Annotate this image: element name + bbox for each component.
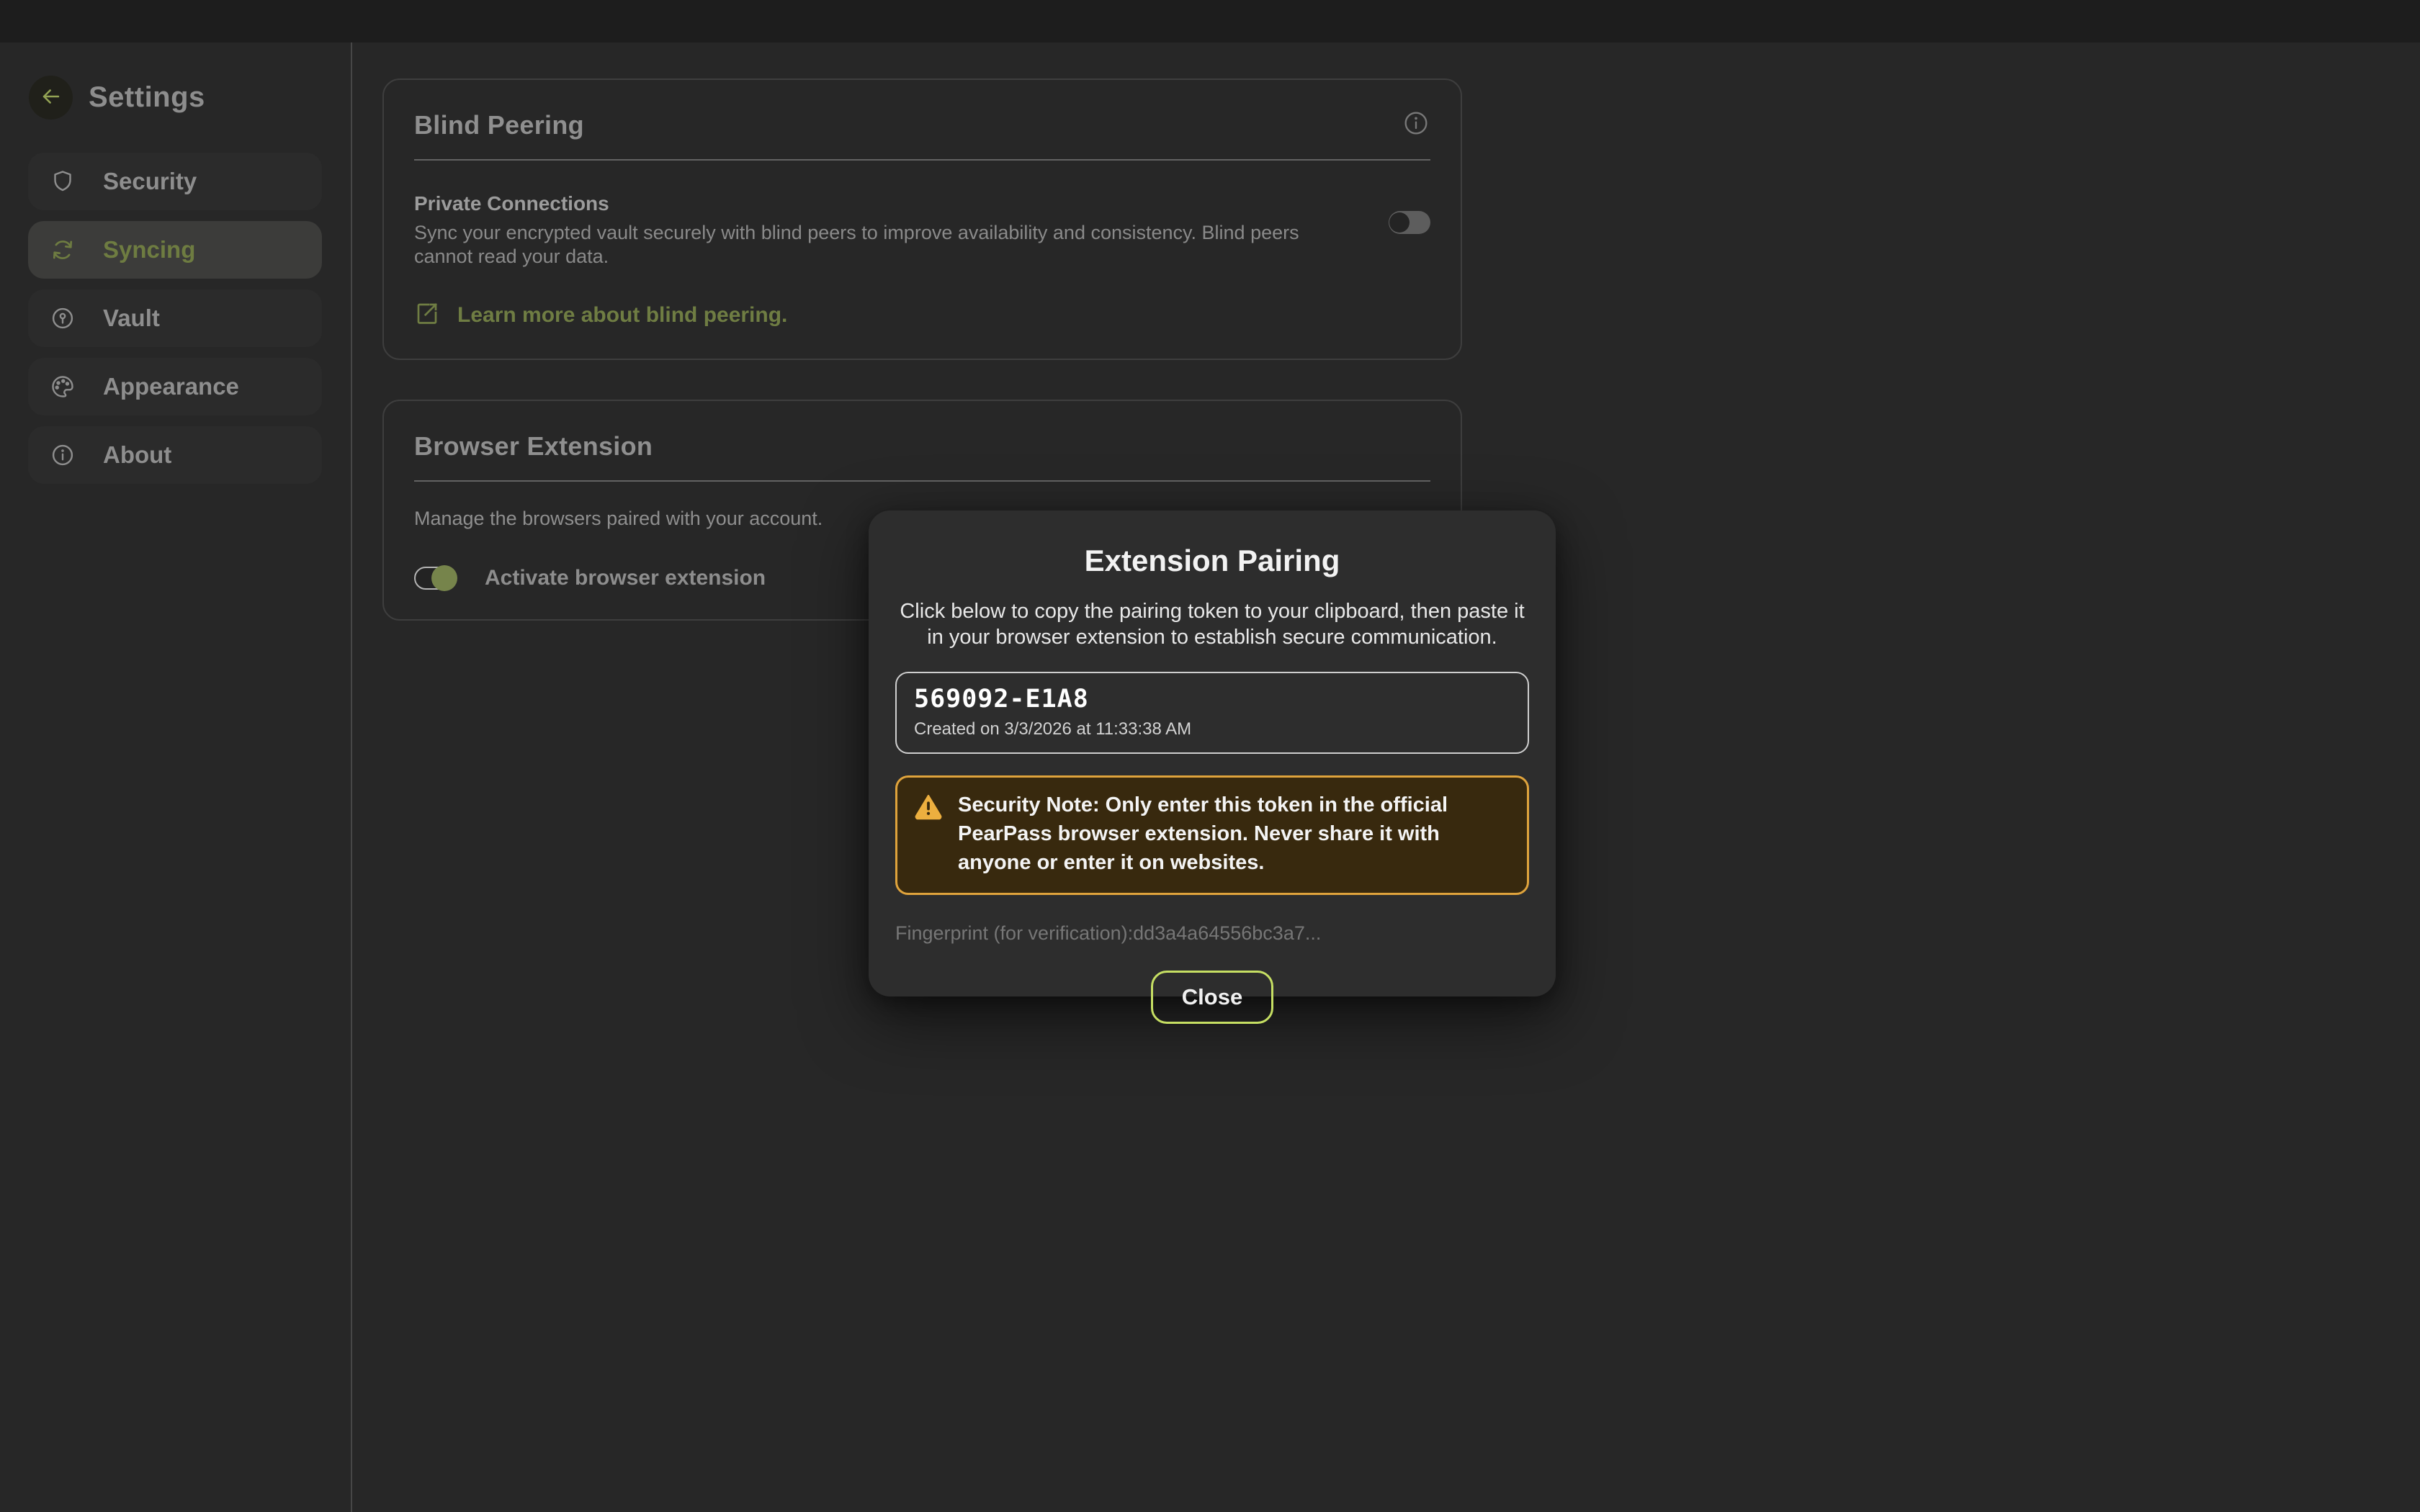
card-title: Blind Peering: [414, 110, 584, 140]
divider: [414, 159, 1430, 161]
extension-pairing-modal: Extension Pairing Click below to copy th…: [869, 510, 1556, 996]
security-note-text: Security Note: Only enter this token in …: [958, 791, 1476, 877]
palette-icon: [50, 374, 76, 400]
card-header: Blind Peering: [414, 106, 1430, 140]
sidebar-item-label: Appearance: [103, 373, 239, 400]
blind-peering-card: Blind Peering Private Connections Sync y…: [382, 78, 1462, 360]
fingerprint-text: Fingerprint (for verification):dd3a4a645…: [895, 922, 1529, 945]
sidebar-item-label: Syncing: [103, 236, 195, 264]
sidebar-item-label: Vault: [103, 305, 160, 332]
modal-title: Extension Pairing: [895, 544, 1529, 578]
setting-title: Private Connections: [414, 192, 1338, 215]
toggle-knob: [1389, 212, 1410, 233]
warning-triangle-icon: [915, 791, 942, 824]
setting-description: Sync your encrypted vault securely with …: [414, 221, 1338, 269]
card-header: Browser Extension: [414, 427, 1430, 462]
toggle-knob: [431, 565, 457, 591]
sidebar-item-about[interactable]: About: [28, 426, 322, 484]
sidebar-nav: Security Syncing Vault Appearance About: [0, 153, 351, 484]
info-circle-icon[interactable]: [1402, 109, 1430, 138]
close-button[interactable]: Close: [1151, 971, 1273, 1024]
sync-icon: [50, 237, 76, 263]
app-window: Settings Security Syncing Vault Appearance A…: [0, 0, 2420, 1512]
sidebar-header: Settings: [29, 76, 351, 120]
pairing-token: 569092-E1A8: [914, 685, 1510, 714]
settings-sidebar: Settings Security Syncing Vault Appearance A…: [0, 42, 352, 1512]
private-connections-toggle[interactable]: [1389, 211, 1430, 234]
page-title: Settings: [89, 81, 205, 114]
window-titlebar: [0, 0, 2420, 42]
learn-more-label: Learn more about blind peering.: [457, 303, 787, 328]
modal-instructions: Click below to copy the pairing token to…: [895, 598, 1529, 650]
sidebar-item-appearance[interactable]: Appearance: [28, 358, 322, 415]
shield-icon: [50, 168, 76, 194]
sidebar-item-label: Security: [103, 168, 197, 195]
token-created-timestamp: Created on 3/3/2026 at 11:33:38 AM: [914, 719, 1510, 739]
external-link-icon: [414, 300, 440, 330]
activate-extension-toggle[interactable]: [414, 567, 456, 590]
arrow-left-icon: [39, 84, 63, 111]
sidebar-item-vault[interactable]: Vault: [28, 289, 322, 347]
divider: [414, 480, 1430, 482]
sidebar-item-label: About: [103, 441, 171, 469]
vault-icon: [50, 305, 76, 331]
back-button[interactable]: [29, 76, 73, 120]
sidebar-item-syncing[interactable]: Syncing: [28, 221, 322, 279]
private-connections-row: Private Connections Sync your encrypted …: [414, 192, 1430, 269]
security-note-box: Security Note: Only enter this token in …: [895, 775, 1529, 895]
info-icon: [50, 442, 76, 468]
activate-extension-label: Activate browser extension: [485, 566, 766, 590]
learn-more-link[interactable]: Learn more about blind peering.: [414, 300, 1430, 330]
card-title: Browser Extension: [414, 431, 653, 462]
pairing-token-box[interactable]: 569092-E1A8 Created on 3/3/2026 at 11:33…: [895, 672, 1529, 754]
setting-text: Private Connections Sync your encrypted …: [414, 192, 1389, 269]
sidebar-item-security[interactable]: Security: [28, 153, 322, 210]
